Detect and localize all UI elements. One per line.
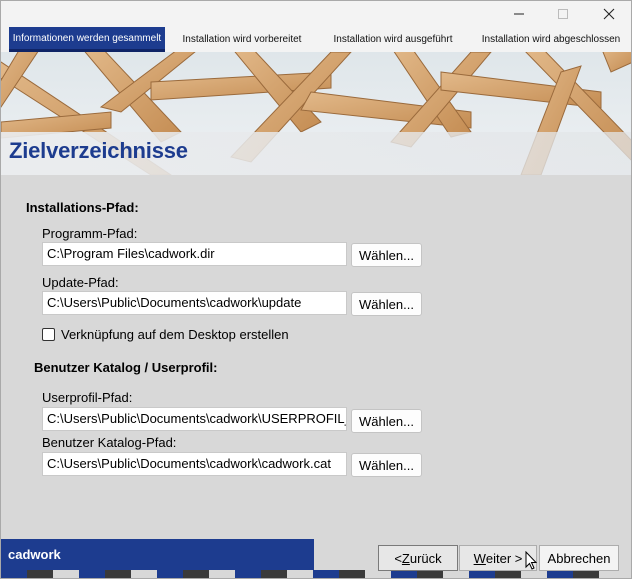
catalog-userprofile-heading: Benutzer Katalog / Userprofil:	[34, 360, 218, 375]
brand-bar: cadwork	[1, 539, 314, 570]
choose-userprofile-path-button[interactable]: Wählen...	[351, 409, 422, 433]
step-installing: Installation wird ausgeführt	[333, 34, 453, 45]
install-path-heading: Installations-Pfad:	[26, 200, 139, 215]
update-path-label: Update-Pfad:	[42, 275, 119, 290]
update-path-input[interactable]: C:\Users\Public\Documents\cadwork\update	[42, 291, 347, 315]
close-icon	[603, 8, 615, 20]
content-panel: Installations-Pfad: Programm-Pfad: C:\Pr…	[1, 175, 631, 539]
step-finishing: Installation wird abgeschlossen	[481, 34, 621, 45]
page-title: Zielverzeichnisse	[9, 138, 188, 163]
desktop-shortcut-checkbox[interactable]	[42, 328, 55, 341]
mouse-pointer-icon	[525, 551, 538, 570]
cancel-button[interactable]: Abbrechen	[539, 545, 619, 571]
choose-catalog-path-button[interactable]: Wählen...	[351, 453, 422, 477]
step-tabs: Informationen werden gesammelt Installat…	[1, 27, 631, 52]
choose-program-path-button[interactable]: Wählen...	[351, 243, 422, 267]
close-button[interactable]	[587, 1, 631, 27]
desktop-shortcut-label: Verknüpfung auf dem Desktop erstellen	[61, 327, 289, 342]
minimize-button[interactable]	[497, 1, 541, 27]
catalog-path-input[interactable]: C:\Users\Public\Documents\cadwork\cadwor…	[42, 452, 347, 476]
desktop-shortcut-option[interactable]: Verknüpfung auf dem Desktop erstellen	[42, 327, 289, 342]
userprofile-path-label: Userprofil-Pfad:	[42, 390, 133, 405]
choose-update-path-button[interactable]: Wählen...	[351, 292, 422, 316]
catalog-path-label: Benutzer Katalog-Pfad:	[42, 435, 177, 450]
installer-window: Informationen werden gesammelt Installat…	[0, 0, 632, 579]
maximize-icon	[558, 9, 568, 19]
brand-logo-text: cadwork	[8, 547, 61, 562]
userprofile-path-input[interactable]: C:\Users\Public\Documents\cadwork\USERPR…	[42, 407, 347, 431]
back-button[interactable]: < Zurück	[378, 545, 458, 571]
program-path-input[interactable]: C:\Program Files\cadwork.dir	[42, 242, 347, 266]
title-bar	[1, 1, 631, 27]
minimize-icon	[514, 13, 524, 15]
header-banner: Zielverzeichnisse	[1, 52, 631, 175]
step-collecting-info: Informationen werden gesammelt	[9, 27, 165, 52]
maximize-button[interactable]	[541, 1, 585, 27]
step-preparing: Installation wird vorbereitet	[182, 34, 302, 45]
program-path-label: Programm-Pfad:	[42, 226, 138, 241]
